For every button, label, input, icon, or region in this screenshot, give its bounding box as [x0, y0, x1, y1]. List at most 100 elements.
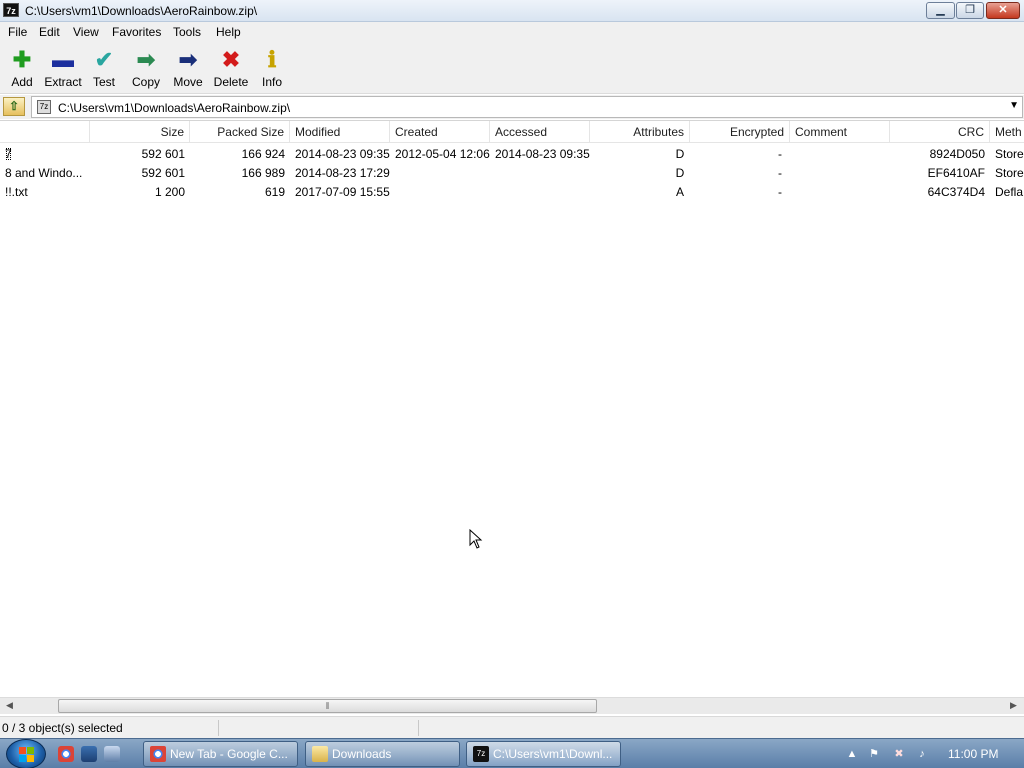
column-encrypted[interactable]: Encrypted — [690, 121, 790, 143]
minimize-button[interactable]: ▁ — [926, 2, 955, 19]
move-icon: ➡ — [178, 47, 198, 72]
extract-button[interactable]: ▬ Extract — [41, 46, 85, 92]
cell-method: Store — [995, 147, 1024, 161]
cell-crc: 8924D050 — [929, 147, 985, 161]
window-switcher-icon[interactable] — [104, 746, 120, 762]
info-label: Info — [261, 75, 282, 89]
column-method[interactable]: Meth — [990, 121, 1024, 143]
selection-status: 0 / 3 object(s) selected — [2, 721, 123, 735]
column-created[interactable]: Created — [390, 121, 490, 143]
add-label: Add — [11, 75, 33, 89]
chrome-quicklaunch-icon[interactable] — [58, 746, 74, 762]
scroll-thumb[interactable]: ⦀ — [58, 699, 597, 713]
chrome-icon — [150, 746, 166, 762]
cell-accessed — [490, 164, 590, 183]
task-label: New Tab - Google C... — [170, 747, 288, 761]
cell-size: 592 601 — [141, 147, 185, 161]
test-icon: ✔ — [94, 47, 114, 72]
address-bar: ⇧ 7z C:\Users\vm1\Downloads\AeroRainbow.… — [0, 95, 1024, 119]
cell-crc: EF6410AF — [927, 166, 985, 180]
table-row[interactable]: 8 and Windo... 592 601 166 989 2014-08-23 1… — [0, 164, 1024, 183]
cell-size: 1 200 — [154, 185, 185, 199]
taskbar-clock[interactable]: 11:00 PM — [948, 747, 998, 761]
menu-favorites[interactable]: Favorites — [112, 25, 161, 39]
taskbar: New Tab - Google C... Downloads 7z C:\Us… — [0, 738, 1024, 768]
menu-edit[interactable]: Edit — [39, 25, 60, 39]
mouse-cursor-icon — [469, 529, 483, 549]
up-folder-button[interactable]: ⇧ — [3, 97, 25, 116]
show-desktop-icon[interactable] — [81, 746, 97, 762]
scroll-left-icon[interactable]: ◀ — [6, 700, 13, 711]
cell-comment — [790, 164, 890, 183]
status-divider — [218, 720, 219, 736]
cell-method: Store — [995, 166, 1024, 180]
focused-item-name: 7 — [5, 147, 12, 161]
menu-help[interactable]: Help — [216, 25, 241, 39]
extract-label: Extract — [44, 75, 82, 89]
move-label: Move — [173, 75, 203, 89]
column-accessed[interactable]: Accessed — [490, 121, 590, 143]
move-button[interactable]: ➡ Move — [166, 46, 210, 92]
volume-icon[interactable]: ♪ — [915, 747, 929, 761]
cell-modified: 2014-08-23 17:29 — [295, 166, 390, 180]
file-list[interactable]: Size Packed Size Modified Created Access… — [0, 120, 1024, 697]
task-downloads[interactable]: Downloads — [305, 741, 460, 767]
cell-packed: 619 — [264, 185, 285, 199]
delete-button[interactable]: ✖ Delete — [209, 46, 253, 92]
column-modified[interactable]: Modified — [290, 121, 390, 143]
close-button[interactable]: ✕ — [986, 2, 1020, 19]
cell-comment — [790, 145, 890, 164]
cell-crc: 64C374D4 — [927, 185, 985, 199]
info-button[interactable]: ℹ Info — [250, 46, 294, 92]
table-row[interactable]: !!.txt 1 200 619 2017-07-09 15:55 A -64C374D4… — [0, 183, 1024, 202]
windows-logo-icon — [19, 747, 35, 762]
action-center-icon[interactable]: ⚑ — [867, 747, 881, 761]
menu-file[interactable]: File — [8, 25, 27, 39]
column-comment[interactable]: Comment — [790, 121, 890, 143]
extract-icon: ▬ — [52, 47, 74, 72]
table-row[interactable]: 7 592 601 166 924 2014-08-23 09:35 2012-05-0… — [0, 145, 1024, 164]
column-size[interactable]: Size — [90, 121, 190, 143]
copy-label: Copy — [131, 75, 160, 89]
menu-view[interactable]: View — [73, 25, 99, 39]
title-bar: 7z C:\Users\vm1\Downloads\AeroRainbow.zi… — [0, 0, 1024, 22]
copy-button[interactable]: ➡ Copy — [124, 46, 168, 92]
test-button[interactable]: ✔ Test — [82, 46, 126, 92]
network-icon[interactable]: ✖ — [892, 747, 906, 761]
copy-icon: ➡ — [136, 47, 156, 72]
up-arrow-icon: ⇧ — [8, 99, 20, 113]
7zip-app-icon[interactable]: 7z — [3, 3, 19, 17]
cell-modified: 2014-08-23 09:35 — [295, 147, 390, 161]
add-button[interactable]: ✚ Add — [0, 46, 44, 92]
column-packed-size[interactable]: Packed Size — [190, 121, 290, 143]
maximize-button[interactable]: ❐ — [956, 2, 984, 19]
test-label: Test — [92, 75, 115, 89]
column-name[interactable] — [0, 121, 90, 143]
delete-label: Delete — [213, 75, 249, 89]
7zip-icon: 7z — [473, 746, 489, 762]
cell-accessed — [490, 183, 590, 202]
chevron-down-icon[interactable]: ▼ — [1009, 100, 1019, 111]
add-icon: ✚ — [12, 47, 32, 72]
horizontal-scrollbar[interactable]: ◀ ⦀ ▶ — [0, 697, 1024, 714]
start-button[interactable] — [6, 739, 46, 768]
cell-created: 2012-05-04 12:06 — [395, 147, 490, 161]
folder-icon — [312, 746, 328, 762]
task-7zip[interactable]: 7z C:\Users\vm1\Downl... — [466, 741, 621, 767]
menu-tools[interactable]: Tools — [173, 25, 201, 39]
show-hidden-icons-icon[interactable]: ▲ — [845, 747, 859, 761]
column-attributes[interactable]: Attributes — [590, 121, 690, 143]
scroll-right-icon[interactable]: ▶ — [1010, 700, 1017, 711]
cell-packed: 166 989 — [241, 166, 285, 180]
task-chrome[interactable]: New Tab - Google C... — [143, 741, 298, 767]
path-combobox[interactable]: 7z C:\Users\vm1\Downloads\AeroRainbow.zi… — [31, 96, 1023, 118]
cell-name: 7 — [0, 145, 90, 164]
cell-name: 8 and Windo... — [5, 166, 83, 180]
column-crc[interactable]: CRC — [890, 121, 990, 143]
menu-bar: File Edit View Favorites Tools Help — [0, 22, 1024, 42]
status-divider — [418, 720, 419, 736]
window-title: C:\Users\vm1\Downloads\AeroRainbow.zip\ — [25, 4, 258, 18]
cell-name: !!.txt — [5, 185, 28, 199]
task-label: Downloads — [332, 747, 392, 761]
cell-modified: 2017-07-09 15:55 — [295, 185, 390, 199]
